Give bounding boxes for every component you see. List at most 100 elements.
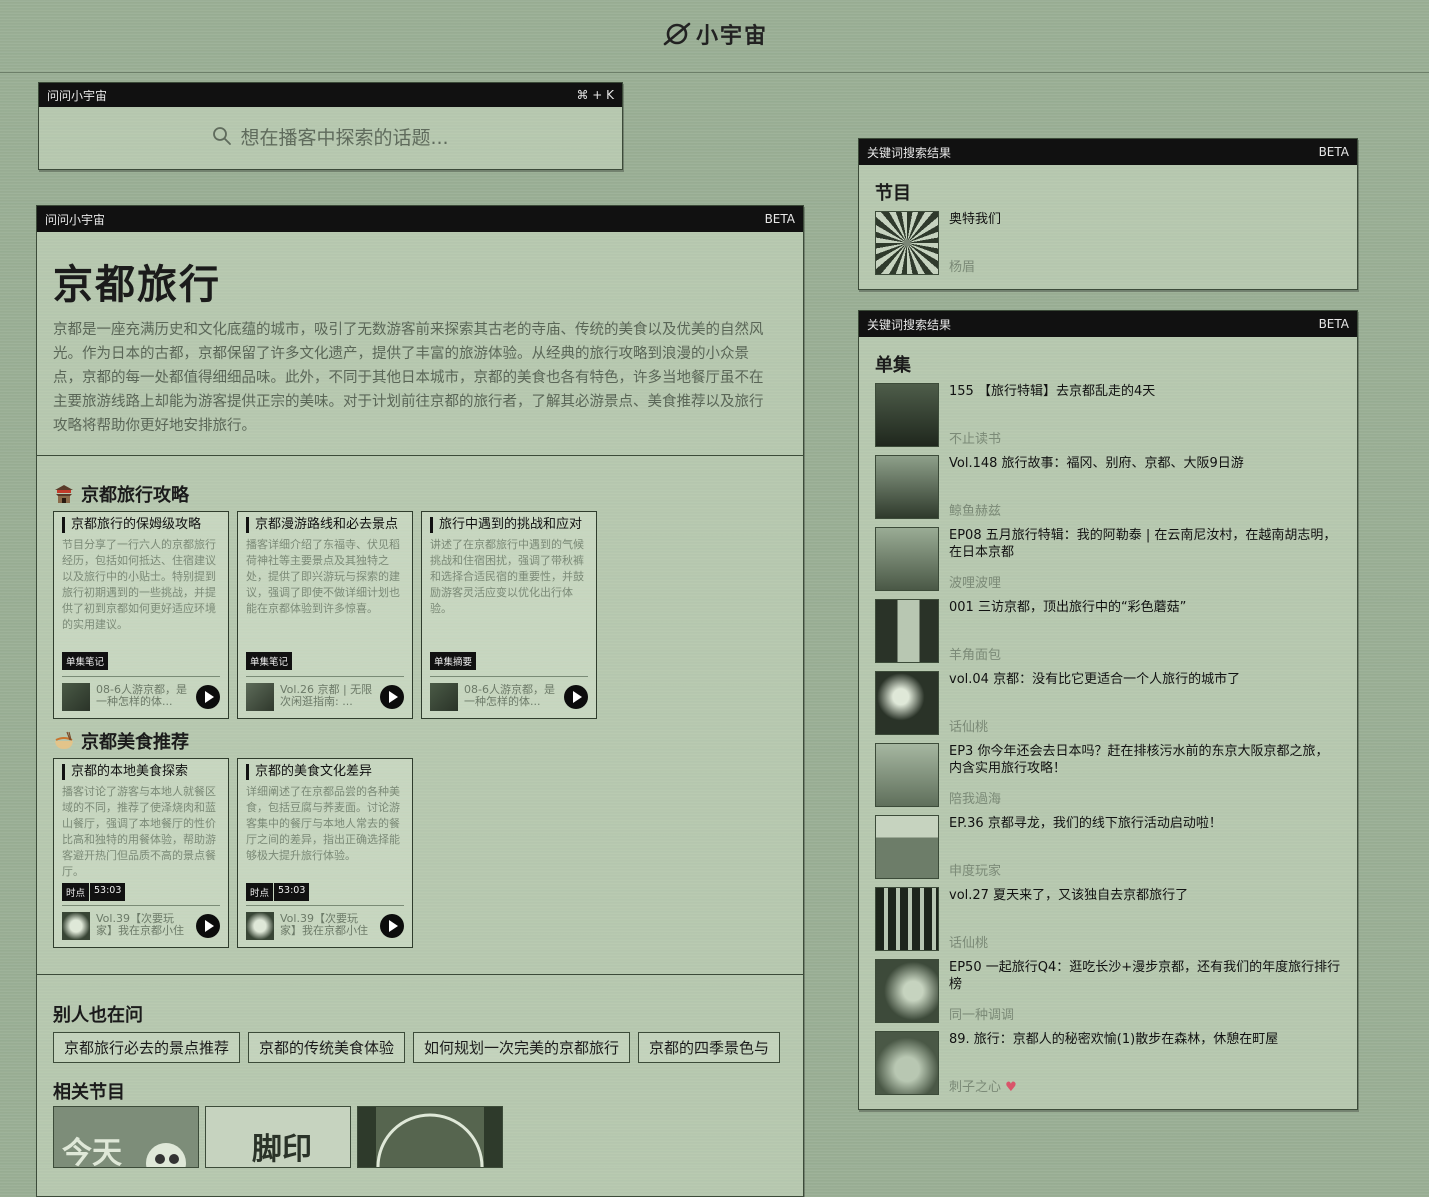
beta-badge: BETA <box>764 212 795 226</box>
episode-name: 08-6人游京都，是一种怎样的体... <box>464 684 555 708</box>
card-title: 旅行中遇到的挑战和应对 <box>430 517 588 533</box>
search-input[interactable]: 想在播客中探索的话题... <box>39 107 622 165</box>
episode-item[interactable]: 89. 旅行：京都人的秘密欢愉(1)散步在森林，休憩在町屋 刺子之心 ♥ <box>875 1031 1341 1095</box>
episode-item[interactable]: vol.04 京都：没有比它更适合一个人旅行的城市了 话仙桃 <box>875 671 1341 735</box>
episode-title: vol.04 京都：没有比它更适合一个人旅行的城市了 <box>949 672 1241 687</box>
episode-author: 不止读书 <box>949 432 1002 447</box>
card-footer[interactable]: 08-6人游京都，是一种怎样的体... <box>430 676 588 711</box>
episode-author: 波哩波哩 <box>949 576 1002 591</box>
episode-title: EP.36 京都寻龙，我们的线下旅行活动启动啦！ <box>949 816 1222 831</box>
beta-badge: BETA <box>1318 317 1349 331</box>
shows-results-panel: 关键词搜索结果 BETA 节目 奥特我们 杨眉 <box>858 138 1358 290</box>
card-body: 播客讨论了游客与本地人就餐区域的不同，推荐了使泽烧肉和蓝山餐厅，强调了本地餐厅的… <box>62 785 216 878</box>
card-title: 京都的本地美食探索 <box>62 764 220 780</box>
section-title: 京都旅行攻略 <box>81 485 189 506</box>
episode-title: vol.27 夏天来了，又该独自去京都旅行了 <box>949 888 1189 903</box>
episode-item[interactable]: 155 【旅行特辑】去京都乱走的4天 不止读书 <box>875 383 1341 447</box>
play-icon[interactable] <box>196 685 220 709</box>
episode-cover <box>875 815 939 879</box>
episode-item[interactable]: Vol.148 旅行故事：福冈、别府、京都、大阪9日游 鲸鱼赫兹 <box>875 455 1341 519</box>
episode-cover <box>875 599 939 663</box>
episode-name: Vol.39【次要玩家】我在京都小住 <box>280 913 368 937</box>
episode-cover <box>875 887 939 951</box>
episode-item[interactable]: EP3 你今年还会去日本吗？赶在排核污水前的东京大阪京都之旅，内含实用旅行攻略！… <box>875 743 1341 807</box>
episode-item[interactable]: EP08 五月旅行特辑：我的阿勒泰 | 在云南尼汝村，在越南胡志明，在日本京都波… <box>875 527 1341 591</box>
play-icon[interactable] <box>196 914 220 938</box>
card-title: 京都的美食文化差异 <box>246 764 404 780</box>
insight-card[interactable]: 京都旅行的保姆级攻略 节目分享了一行六人的京都旅行经历，包括如何抵达、住宿建议以… <box>53 511 229 719</box>
beta-badge: BETA <box>1318 145 1349 159</box>
also-asked-list: 京都旅行必去的景点推荐 京都的传统美食体验 如何规划一次完美的京都旅行 京都的四… <box>53 1032 803 1063</box>
note-badge: 单集笔记 <box>246 652 293 670</box>
related-show-cover[interactable]: 今天 <box>53 1106 199 1168</box>
card-footer[interactable]: Vol.39【次要玩家】我在京都小住 <box>62 905 220 940</box>
episode-thumbnail <box>246 912 274 940</box>
section-heading-food: 京都美食推荐 <box>53 728 189 754</box>
episode-name: 08-6人游京都，是一种怎样的体... <box>96 684 187 708</box>
top-bar: 小宇宙 <box>0 0 1429 73</box>
topic-panel: 问问小宇宙 BETA 京都旅行 京都是一座充满历史和文化底蕴的城市，吸引了无数游… <box>36 205 804 1197</box>
divider <box>37 974 803 975</box>
question-chip[interactable]: 如何规划一次完美的京都旅行 <box>413 1032 631 1063</box>
logo-text: 小宇宙 <box>696 24 769 49</box>
card-body: 播客详细介绍了东福寺、伏见稻荷神社等主要景点及其独特之处，提供了即兴游玩与探索的… <box>246 538 400 615</box>
episode-title: 001 三访京都，顶出旅行中的“彩色蘑菇” <box>949 600 1187 615</box>
noodle-bowl-icon <box>55 731 73 749</box>
episode-item[interactable]: vol.27 夏天来了，又该独自去京都旅行了 话仙桃 <box>875 887 1341 951</box>
episode-item[interactable]: EP.36 京都寻龙，我们的线下旅行活动启动啦！ 申度玩家 <box>875 815 1341 879</box>
shows-panel-title: 关键词搜索结果 <box>867 145 952 160</box>
show-cover <box>875 211 939 275</box>
episode-cover <box>875 455 939 519</box>
show-art: 脚印 <box>206 1107 350 1167</box>
search-placeholder: 想在播客中探索的话题... <box>240 126 449 149</box>
temple-icon <box>55 485 73 503</box>
insight-card[interactable]: 京都漫游路线和必去景点 播客详细介绍了东福寺、伏见稻荷神社等主要景点及其独特之处… <box>237 511 413 719</box>
search-panel-header: 问问小宇宙 ⌘ + K <box>39 83 622 107</box>
card-body: 讲述了在京都旅行中遇到的气候挑战和住宿困扰，强调了带秋裤和选择合适民宿的重要性，… <box>430 538 584 615</box>
shows-section-title: 节目 <box>875 183 911 204</box>
episode-author: 话仙桃 <box>949 936 989 951</box>
episode-cover <box>875 671 939 735</box>
episode-item[interactable]: EP50 一起旅行Q4：逛吃长沙+漫步京都，还有我们的年度旅行排行榜 同一种调调 <box>875 959 1341 1023</box>
play-icon[interactable] <box>564 685 588 709</box>
episode-thumbnail <box>246 683 274 711</box>
episode-cover <box>875 1031 939 1095</box>
episode-thumbnail <box>62 683 90 711</box>
topic-panel-header: 问问小宇宙 BETA <box>37 206 803 232</box>
question-chip[interactable]: 京都的传统美食体验 <box>248 1032 406 1063</box>
note-badge: 单集笔记 <box>62 652 109 670</box>
episodes-results-panel: 关键词搜索结果 BETA 单集 155 【旅行特辑】去京都乱走的4天 不止读书 V… <box>858 310 1358 1110</box>
episode-thumbnail <box>430 683 458 711</box>
insight-card[interactable]: 旅行中遇到的挑战和应对 讲述了在京都旅行中遇到的气候挑战和住宿困扰，强调了带秋裤… <box>421 511 597 719</box>
episode-cover <box>875 383 939 447</box>
show-author: 杨眉 <box>949 260 976 275</box>
episode-author: 陪我過海 <box>949 792 1002 807</box>
show-item[interactable]: 奥特我们 杨眉 <box>875 211 1341 275</box>
play-icon[interactable] <box>380 914 404 938</box>
episode-cover <box>875 527 939 591</box>
insight-card[interactable]: 京都的美食文化差异 详细阐述了在京都品尝的各种美食，包括豆腐与荞麦面。讨论游客集… <box>237 758 413 948</box>
timestamp-badge: 时点 53:03 <box>62 883 126 901</box>
search-panel-title: 问问小宇宙 <box>47 88 108 103</box>
episode-title: EP08 五月旅行特辑：我的阿勒泰 | 在云南尼汝村，在越南胡志明，在日本京都 <box>949 528 1337 560</box>
question-chip[interactable]: 京都旅行必去的景点推荐 <box>53 1032 241 1063</box>
card-body: 详细阐述了在京都品尝的各种美食，包括豆腐与荞麦面。讨论游客集中的餐厅与本地人常去… <box>246 785 400 862</box>
insight-card[interactable]: 京都的本地美食探索 播客讨论了游客与本地人就餐区域的不同，推荐了使泽烧肉和蓝山餐… <box>53 758 229 948</box>
episode-item[interactable]: 001 三访京都，顶出旅行中的“彩色蘑菇” 羊角面包 <box>875 599 1341 663</box>
related-show-cover[interactable]: 脚印 <box>205 1106 351 1168</box>
card-title: 京都漫游路线和必去景点 <box>246 517 404 533</box>
card-body: 节目分享了一行六人的京都旅行经历，包括如何抵达、住宿建议以及旅行中的小贴士。特别… <box>62 538 216 631</box>
episode-author: 申度玩家 <box>949 864 1002 879</box>
episode-title: EP50 一起旅行Q4：逛吃长沙+漫步京都，还有我们的年度旅行排行榜 <box>949 960 1341 992</box>
card-footer[interactable]: 08-6人游京都，是一种怎样的体... <box>62 676 220 711</box>
related-show-cover[interactable] <box>357 1106 503 1168</box>
episode-cover <box>875 743 939 807</box>
card-footer[interactable]: Vol.26 京都 | 无限次闲逛指南: ... <box>246 676 404 711</box>
question-chip[interactable]: 京都的四季景色与 <box>638 1032 781 1063</box>
app-logo[interactable]: 小宇宙 <box>662 18 768 50</box>
card-footer[interactable]: Vol.39【次要玩家】我在京都小住 <box>246 905 404 940</box>
play-icon[interactable] <box>380 685 404 709</box>
timestamp-badge: 时点 53:03 <box>246 883 310 901</box>
show-art <box>358 1107 502 1167</box>
divider <box>37 455 803 456</box>
